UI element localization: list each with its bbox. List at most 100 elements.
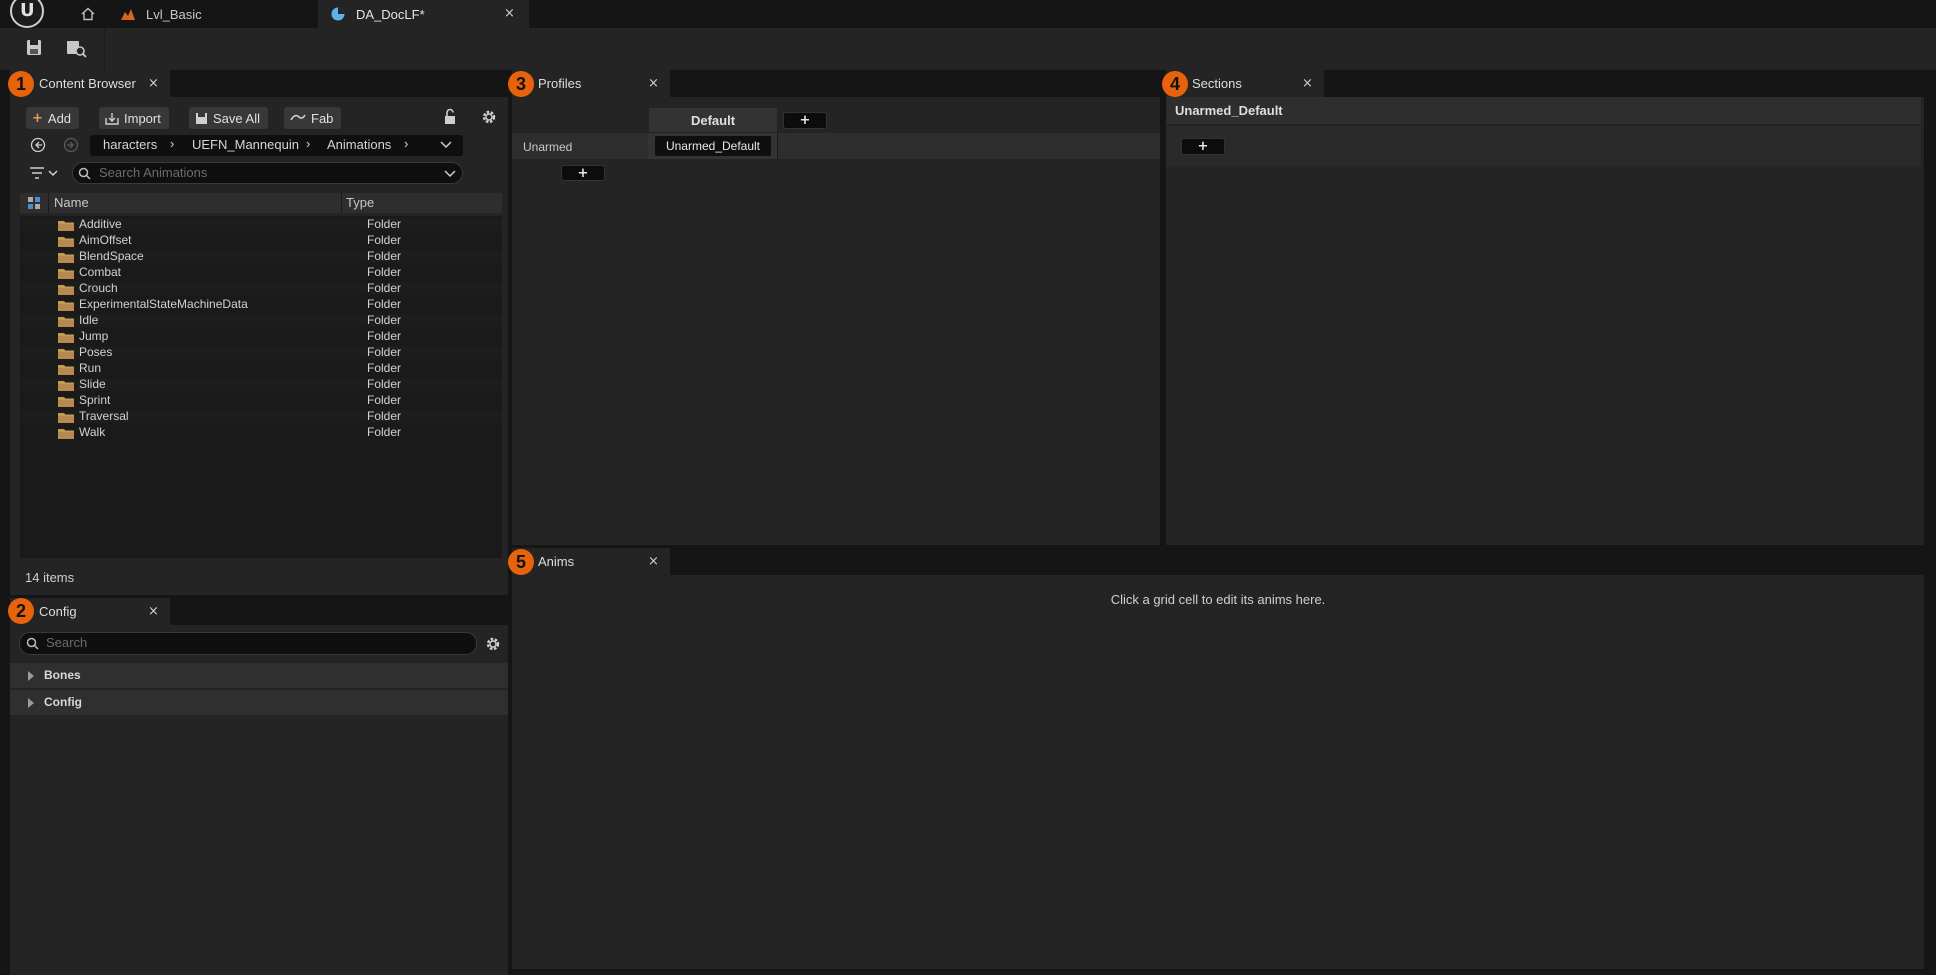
profile-row-label[interactable]: Unarmed xyxy=(523,140,572,154)
close-panel-icon[interactable]: × xyxy=(1302,76,1313,91)
item-type: Folder xyxy=(367,281,402,295)
add-button[interactable]: + Add xyxy=(26,107,80,129)
column-divider xyxy=(48,193,49,213)
item-type: Folder xyxy=(367,249,402,263)
item-type: Folder xyxy=(367,425,402,439)
list-item[interactable]: Crouch Folder xyxy=(20,281,502,295)
breadcrumb-item[interactable]: UEFN_Mannequin xyxy=(192,137,299,152)
list-item[interactable]: Traversal Folder xyxy=(20,409,502,423)
panel-title: Content Browser xyxy=(39,76,136,91)
list-item[interactable]: Run Folder xyxy=(20,361,502,375)
settings-gear-icon[interactable] xyxy=(484,635,502,653)
item-type: Folder xyxy=(367,329,402,343)
panel-title: Anims xyxy=(538,554,575,569)
config-search-input[interactable] xyxy=(19,632,477,655)
category-config[interactable]: Config xyxy=(10,690,508,715)
column-divider[interactable] xyxy=(341,193,342,213)
list-item[interactable]: ExperimentalStateMachineData Folder xyxy=(20,297,502,311)
add-row-button[interactable]: + xyxy=(561,165,605,181)
save-icon[interactable] xyxy=(22,36,46,60)
item-type: Folder xyxy=(367,233,402,247)
tab-content-browser[interactable]: Content Browser × xyxy=(10,70,170,97)
item-name: Run xyxy=(79,361,102,375)
list-item[interactable]: Combat Folder xyxy=(20,265,502,279)
level-icon xyxy=(121,9,135,20)
item-name: Jump xyxy=(79,329,109,343)
profile-column-header[interactable]: Default xyxy=(649,108,777,132)
item-type: Folder xyxy=(367,361,402,375)
close-panel-icon[interactable]: × xyxy=(148,76,159,91)
tab-da-doclf[interactable]: DA_DocLF* × xyxy=(318,0,529,28)
tab-profiles[interactable]: Profiles × xyxy=(512,70,670,97)
add-section-button[interactable]: + xyxy=(1181,138,1225,155)
item-name: Slide xyxy=(79,377,106,391)
list-item[interactable]: BlendSpace Folder xyxy=(20,249,502,263)
tab-config[interactable]: Config × xyxy=(10,598,170,625)
add-column-button[interactable]: + xyxy=(783,112,827,129)
panel-badge: 5 xyxy=(508,549,534,575)
expand-arrow-icon[interactable] xyxy=(28,698,34,708)
search-placeholder: Search Animations xyxy=(99,165,208,180)
close-panel-icon[interactable]: × xyxy=(648,554,659,569)
breadcrumb-separator-icon[interactable]: › xyxy=(404,136,408,151)
folder-icon xyxy=(58,429,74,439)
folder-icon xyxy=(58,221,74,231)
item-name: Walk xyxy=(79,425,106,439)
item-type: Folder xyxy=(367,377,402,391)
panel-title: Sections xyxy=(1192,76,1242,91)
back-icon[interactable] xyxy=(30,137,46,153)
category-bones[interactable]: Bones xyxy=(10,663,508,688)
grid-cell-button[interactable]: Unarmed_Default xyxy=(655,136,771,156)
list-item[interactable]: Slide Folder xyxy=(20,377,502,391)
item-name: Idle xyxy=(79,313,99,327)
list-item[interactable]: Additive Folder xyxy=(20,217,502,231)
item-name: Poses xyxy=(79,345,113,359)
tab-lvl-basic[interactable]: Lvl_Basic xyxy=(108,0,318,28)
item-type: Folder xyxy=(367,409,402,423)
list-item[interactable]: Poses Folder xyxy=(20,345,502,359)
folder-icon xyxy=(58,349,74,359)
section-title: Unarmed_Default xyxy=(1175,103,1283,118)
tab-sections[interactable]: Sections × xyxy=(1166,70,1324,97)
folder-icon xyxy=(58,301,74,311)
browse-asset-icon[interactable] xyxy=(64,36,88,60)
close-tab-icon[interactable]: × xyxy=(504,6,515,21)
fab-button[interactable]: Fab xyxy=(284,107,342,129)
column-header-type[interactable]: Type xyxy=(346,195,374,210)
close-panel-icon[interactable]: × xyxy=(648,76,659,91)
list-item[interactable]: Idle Folder xyxy=(20,313,502,327)
filter-icon[interactable] xyxy=(28,165,60,181)
chevron-down-icon[interactable] xyxy=(440,141,452,149)
list-item[interactable]: Jump Folder xyxy=(20,329,502,343)
forward-icon[interactable] xyxy=(63,137,79,153)
list-item[interactable]: Walk Folder xyxy=(20,425,502,439)
save-all-button[interactable]: Save All xyxy=(189,107,268,129)
breadcrumb-separator-icon[interactable]: › xyxy=(306,136,310,151)
breadcrumb-item[interactable]: haracters xyxy=(103,137,157,152)
column-header-name[interactable]: Name xyxy=(54,195,89,210)
breadcrumb-item[interactable]: Animations xyxy=(327,137,391,152)
folder-icon xyxy=(58,413,74,423)
folder-icon xyxy=(58,397,74,407)
plus-icon: + xyxy=(32,110,43,126)
tab-anims[interactable]: Anims × xyxy=(512,548,670,575)
breadcrumb-separator-icon[interactable]: › xyxy=(170,136,174,151)
import-button[interactable]: Import xyxy=(99,107,169,129)
settings-gear-icon[interactable] xyxy=(480,108,498,126)
anims-hint: Click a grid cell to edit its anims here… xyxy=(1110,592,1326,607)
column-options-icon[interactable] xyxy=(27,196,41,210)
anims-panel xyxy=(512,575,1924,969)
item-type: Folder xyxy=(367,217,402,231)
close-panel-icon[interactable]: × xyxy=(148,604,159,619)
chevron-down-icon[interactable] xyxy=(444,170,456,178)
panel-title: Config xyxy=(39,604,77,619)
expand-arrow-icon[interactable] xyxy=(28,671,34,681)
item-name: Additive xyxy=(79,217,122,231)
search-placeholder: Search xyxy=(46,635,88,650)
unlock-icon[interactable] xyxy=(442,108,458,126)
list-item[interactable]: Sprint Folder xyxy=(20,393,502,407)
item-type: Folder xyxy=(367,313,402,327)
save-all-icon xyxy=(196,112,207,124)
list-item[interactable]: AimOffset Folder xyxy=(20,233,502,247)
home-icon[interactable] xyxy=(80,6,96,22)
